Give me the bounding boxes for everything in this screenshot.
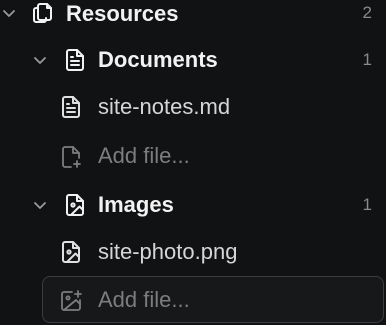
- add-file-button[interactable]: Add file...: [0, 286, 386, 314]
- file-plus-icon: [58, 144, 84, 170]
- add-file-label: Add file...: [98, 143, 190, 168]
- tree-group-count: 1: [362, 195, 372, 214]
- tree-root-count: 2: [362, 3, 372, 22]
- document-icon: [62, 47, 88, 73]
- chevron-down-icon[interactable]: [32, 197, 48, 213]
- chevron-down-icon[interactable]: [32, 52, 48, 68]
- tree-group-images[interactable]: Images 1: [0, 191, 386, 219]
- add-file-button[interactable]: Add file...: [0, 142, 386, 170]
- image-plus-icon: [58, 288, 84, 314]
- tree-group-label: Documents: [98, 47, 218, 72]
- document-icon: [58, 94, 84, 120]
- folder-copy-icon: [30, 0, 56, 26]
- resources-tree: Resources 2 Documents 1 site-notes.md Ad…: [0, 0, 386, 325]
- tree-group-documents[interactable]: Documents 1: [0, 46, 386, 74]
- add-file-label: Add file...: [98, 287, 190, 312]
- tree-group-count: 1: [362, 50, 372, 69]
- tree-group-label: Images: [98, 192, 174, 217]
- file-item-label: site-notes.md: [98, 94, 231, 119]
- chevron-down-icon[interactable]: [1, 5, 17, 21]
- file-item[interactable]: site-photo.png: [0, 238, 386, 266]
- file-item-label: site-photo.png: [98, 239, 238, 264]
- image-file-icon: [62, 192, 88, 218]
- image-file-icon: [58, 239, 84, 265]
- tree-root-label: Resources: [66, 1, 179, 26]
- file-item[interactable]: site-notes.md: [0, 93, 386, 121]
- tree-root-resources[interactable]: Resources 2: [0, 0, 386, 28]
